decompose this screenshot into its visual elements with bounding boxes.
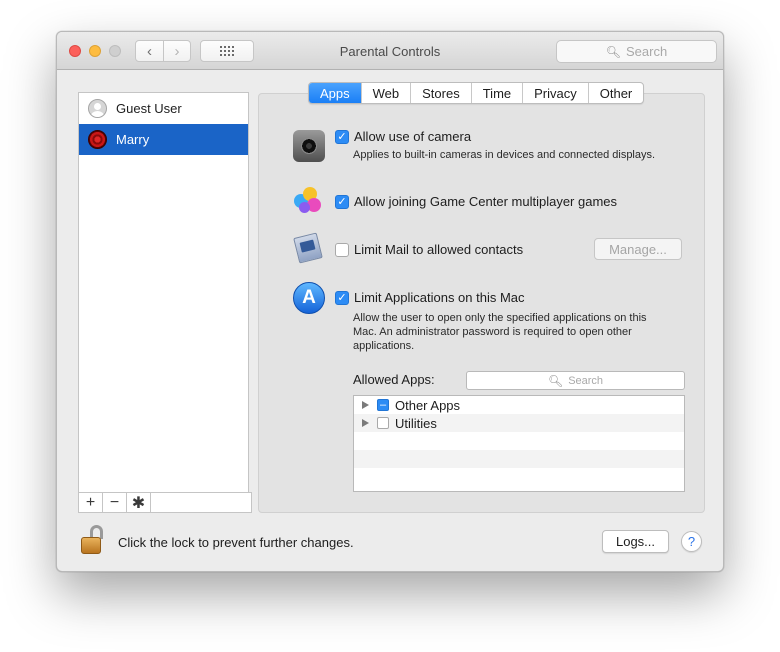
tab-stores[interactable]: Stores (411, 83, 472, 103)
search-icon: 🔍︎ (547, 373, 564, 388)
search-placeholder: Search (626, 44, 668, 59)
tab-other[interactable]: Other (589, 83, 644, 103)
user-row-guest[interactable]: Guest User (79, 93, 248, 124)
utilities-checkbox[interactable] (377, 417, 389, 429)
applications-description-line-1: Allow the user to open only the specifie… (353, 312, 647, 324)
user-row-marry[interactable]: Marry (79, 124, 248, 155)
user-name: Guest User (116, 101, 182, 116)
applications-option: A (293, 282, 325, 314)
tab-bar: Apps Web Stores Time Privacy Other (308, 82, 645, 104)
allowed-apps-label: Allowed Apps: (353, 372, 435, 387)
applications-description-line-3: applications. (353, 340, 415, 352)
lock-status-text: Click the lock to prevent further change… (118, 535, 354, 550)
tab-web[interactable]: Web (362, 83, 412, 103)
empty-row (354, 450, 684, 468)
app-store-icon: A (293, 282, 325, 314)
other-apps-checkbox[interactable]: – (377, 399, 389, 411)
mail-checkbox-row: Limit Mail to allowed contacts (335, 242, 523, 258)
allowed-apps-search-field[interactable]: 🔍︎ Search (466, 371, 685, 390)
limit-applications-checkbox[interactable]: ✓ (335, 291, 349, 305)
allow-camera-checkbox[interactable]: ✓ (335, 130, 349, 144)
allow-game-center-checkbox[interactable]: ✓ (335, 195, 349, 209)
user-name: Marry (116, 132, 150, 147)
add-user-button[interactable]: + (79, 493, 103, 512)
rose-avatar-icon (88, 130, 107, 149)
tab-time[interactable]: Time (472, 83, 524, 103)
allow-camera-label: Allow use of camera (354, 129, 472, 144)
tab-apps[interactable]: Apps (309, 83, 362, 103)
camera-checkbox-row: ✓ Allow use of camera (335, 129, 471, 145)
empty-row (354, 432, 684, 450)
tab-privacy[interactable]: Privacy (523, 83, 589, 103)
disclosure-triangle-icon[interactable] (362, 401, 369, 409)
action-menu-button[interactable]: ✱ (127, 493, 151, 512)
limit-applications-label: Limit Applications on this Mac (354, 290, 525, 305)
parental-controls-window: ‹ › Parental Controls 🔍︎ Search Guest Us… (56, 31, 724, 572)
user-list: Guest User Marry (78, 92, 249, 493)
game-center-option (293, 186, 325, 218)
plus-icon: + (85, 493, 96, 511)
guest-avatar-icon (88, 99, 107, 118)
mail-option (293, 232, 325, 265)
applications-description-line-2: Mac. An administrator password is requir… (353, 326, 632, 338)
allowed-apps-list: – Other Apps Utilities (353, 395, 685, 492)
camera-icon (293, 130, 325, 162)
minus-icon: − (109, 493, 120, 511)
help-button[interactable]: ? (681, 531, 702, 552)
search-placeholder: Search (568, 374, 604, 387)
list-item-other-apps[interactable]: – Other Apps (354, 396, 684, 414)
camera-description: Applies to built-in cameras in devices a… (353, 149, 656, 161)
mail-icon (293, 232, 325, 265)
applications-checkbox-row: ✓ Limit Applications on this Mac (335, 290, 525, 306)
list-item-label: Utilities (395, 415, 437, 431)
manage-contacts-button[interactable]: Manage... (594, 238, 682, 260)
user-list-controls: + − ✱ (78, 492, 252, 513)
lock-icon[interactable] (81, 525, 105, 555)
gear-icon: ✱ (131, 494, 146, 512)
empty-row (354, 468, 684, 486)
allow-game-center-label: Allow joining Game Center multiplayer ga… (354, 194, 618, 209)
camera-option (293, 130, 325, 162)
disclosure-triangle-icon[interactable] (362, 419, 369, 427)
search-icon: 🔍︎ (605, 44, 622, 59)
limit-mail-checkbox[interactable] (335, 243, 349, 257)
logs-button[interactable]: Logs... (602, 530, 669, 553)
preferences-search-field[interactable]: 🔍︎ Search (556, 40, 717, 63)
remove-user-button[interactable]: − (103, 493, 127, 512)
list-item-utilities[interactable]: Utilities (354, 414, 684, 432)
title-bar: ‹ › Parental Controls 🔍︎ Search (57, 32, 723, 70)
limit-mail-label: Limit Mail to allowed contacts (354, 242, 524, 257)
game-center-checkbox-row: ✓ Allow joining Game Center multiplayer … (335, 194, 617, 210)
game-center-icon (293, 186, 325, 218)
list-item-label: Other Apps (395, 397, 461, 413)
